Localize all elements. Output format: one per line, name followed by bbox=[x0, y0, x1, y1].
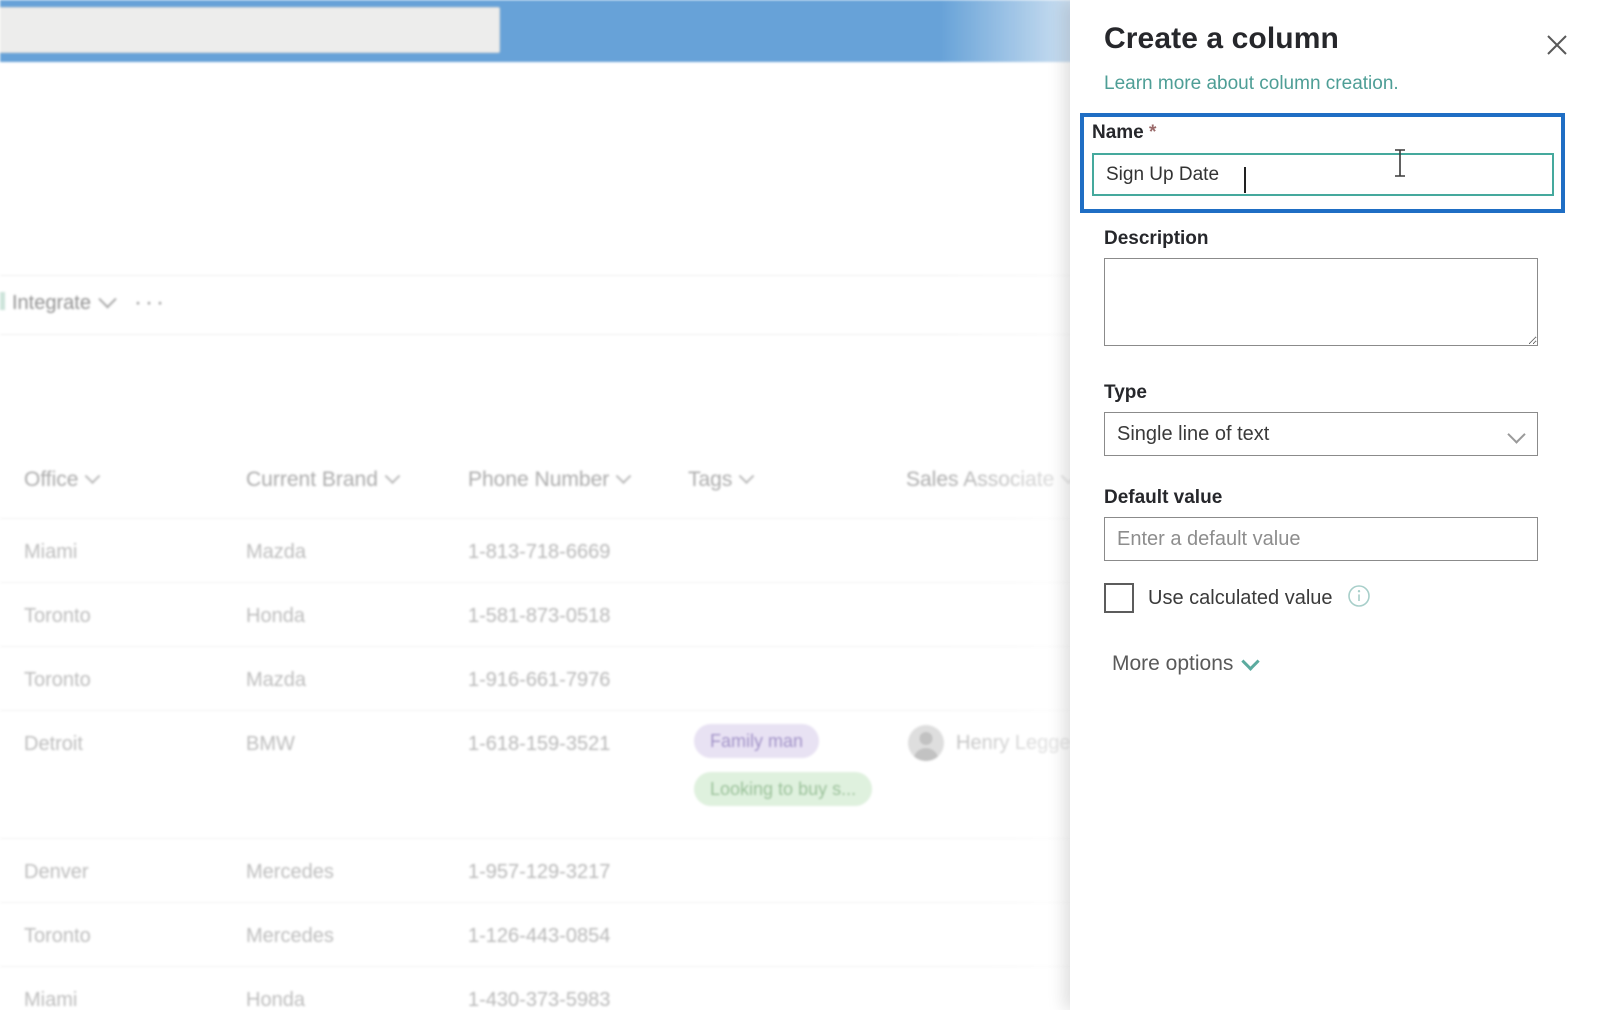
cell-current-brand: Mazda bbox=[246, 669, 307, 691]
use-calculated-value-row[interactable]: Use calculated value bbox=[1104, 583, 1371, 613]
chevron-down-icon bbox=[384, 467, 401, 484]
cell-office: Toronto bbox=[24, 669, 91, 691]
column-header-label: Sales Associate bbox=[906, 468, 1055, 491]
column-header-label: Current Brand bbox=[246, 468, 378, 491]
description-field-label: Description bbox=[1104, 228, 1209, 249]
cell-current-brand: Mazda bbox=[246, 541, 307, 563]
suite-header-bar: t bbox=[0, 0, 1080, 62]
cell-phone-number: 1-916-661-7976 bbox=[468, 669, 611, 691]
cell-office: Toronto bbox=[24, 605, 91, 627]
required-marker: * bbox=[1149, 122, 1157, 143]
close-icon[interactable] bbox=[1538, 26, 1576, 64]
table-row[interactable]: Toronto Mazda 1-916-661-7976 bbox=[0, 646, 1080, 710]
name-field-group: Name * bbox=[1092, 122, 1554, 196]
cell-phone-number: 1-618-159-3521 bbox=[468, 733, 611, 755]
divider bbox=[0, 334, 1080, 335]
table-row[interactable]: Miami Mazda 1-813-718-6669 bbox=[0, 518, 1080, 582]
column-header-current-brand[interactable]: Current Brand bbox=[246, 467, 401, 492]
chevron-down-icon bbox=[615, 467, 632, 484]
panel-header: Create a column bbox=[1070, 0, 1600, 56]
more-options-label: More options bbox=[1112, 652, 1234, 675]
tag-chip[interactable]: Family man bbox=[694, 724, 820, 758]
cell-phone-number: 1-957-129-3217 bbox=[468, 861, 611, 883]
chevron-down-icon bbox=[98, 289, 117, 308]
table-header-row: Office Current Brand Phone Number Tags S… bbox=[0, 467, 1080, 518]
tag-chip[interactable]: Looking to buy s... bbox=[694, 772, 873, 806]
command-bar: Integrate ··· bbox=[0, 275, 1080, 331]
column-header-phone-number[interactable]: Phone Number bbox=[468, 467, 632, 492]
cell-current-brand: Honda bbox=[246, 989, 305, 1010]
more-options-toggle[interactable]: More options bbox=[1112, 651, 1261, 676]
column-header-label: Office bbox=[24, 468, 79, 491]
default-value-input[interactable] bbox=[1104, 517, 1538, 561]
panel-title: Create a column bbox=[1104, 22, 1339, 55]
cell-phone-number: 1-813-718-6669 bbox=[468, 541, 611, 563]
avatar bbox=[908, 725, 944, 761]
column-header-tags[interactable]: Tags bbox=[688, 467, 755, 492]
table-row[interactable]: Detroit BMW 1-618-159-3521 Family man Lo… bbox=[0, 710, 1080, 838]
cell-office: Miami bbox=[24, 541, 78, 563]
chevron-down-icon bbox=[1241, 651, 1261, 671]
name-field-label: Name * bbox=[1092, 122, 1554, 144]
text-caret bbox=[1244, 167, 1246, 193]
table-row[interactable]: Toronto Mercedes 1-126-443-0854 bbox=[0, 902, 1080, 966]
cell-office: Miami bbox=[24, 989, 78, 1010]
type-dropdown[interactable]: Single line of text bbox=[1104, 412, 1538, 456]
cell-office: Toronto bbox=[24, 925, 91, 947]
app-root: t Integrate ··· Office Current Brand bbox=[0, 0, 1600, 1010]
type-selected-value: Single line of text bbox=[1117, 422, 1270, 445]
default-value-field-group: Default value bbox=[1104, 487, 1538, 561]
cell-office: Detroit bbox=[24, 733, 83, 755]
cell-office: Denver bbox=[24, 861, 89, 883]
suite-search-box[interactable]: t bbox=[0, 7, 500, 53]
name-label-text: Name bbox=[1092, 122, 1144, 143]
info-icon[interactable] bbox=[1347, 584, 1371, 613]
table-row[interactable]: Toronto Honda 1-581-873-0518 bbox=[0, 582, 1080, 646]
chevron-down-icon bbox=[739, 467, 755, 484]
type-field-label: Type bbox=[1104, 382, 1147, 403]
description-textarea[interactable] bbox=[1104, 258, 1538, 346]
column-header-sales-associate[interactable]: Sales Associate bbox=[906, 467, 1077, 492]
table-body: Miami Mazda 1-813-718-6669 Toronto Honda… bbox=[0, 518, 1080, 1010]
cell-phone-number: 1-430-373-5983 bbox=[468, 989, 611, 1010]
sales-associate-name: Henry Legge bbox=[956, 731, 1071, 754]
column-header-label: Tags bbox=[688, 468, 733, 491]
type-field-group: Type Single line of text bbox=[1104, 382, 1538, 456]
description-field-group: Description bbox=[1104, 228, 1538, 351]
name-input[interactable] bbox=[1092, 153, 1554, 196]
use-calculated-value-checkbox[interactable] bbox=[1104, 583, 1134, 613]
table-row[interactable]: Miami Honda 1-430-373-5983 bbox=[0, 966, 1080, 1010]
cell-current-brand: Mercedes bbox=[246, 925, 334, 947]
cell-sales-associate[interactable]: Henry Legge bbox=[908, 725, 1071, 761]
cell-current-brand: Honda bbox=[246, 605, 305, 627]
column-header-label: Phone Number bbox=[468, 468, 610, 491]
integrate-menu-button[interactable]: Integrate bbox=[2, 288, 124, 319]
chevron-down-icon bbox=[85, 467, 101, 484]
background-app: t Integrate ··· Office Current Brand bbox=[0, 0, 1080, 1010]
integrate-label: Integrate bbox=[12, 291, 91, 314]
cell-phone-number: 1-126-443-0854 bbox=[468, 925, 611, 947]
column-header-office[interactable]: Office bbox=[24, 467, 101, 492]
chevron-down-icon bbox=[1507, 425, 1526, 444]
learn-more-link[interactable]: Learn more about column creation. bbox=[1104, 73, 1399, 95]
use-calculated-value-label: Use calculated value bbox=[1148, 586, 1333, 609]
table-row[interactable]: Denver Mercedes 1-957-129-3217 bbox=[0, 838, 1080, 902]
cell-current-brand: BMW bbox=[246, 733, 295, 755]
default-value-field-label: Default value bbox=[1104, 487, 1223, 508]
cell-current-brand: Mercedes bbox=[246, 861, 334, 883]
overflow-menu-button[interactable]: ··· bbox=[124, 291, 177, 315]
cell-phone-number: 1-581-873-0518 bbox=[468, 605, 611, 627]
